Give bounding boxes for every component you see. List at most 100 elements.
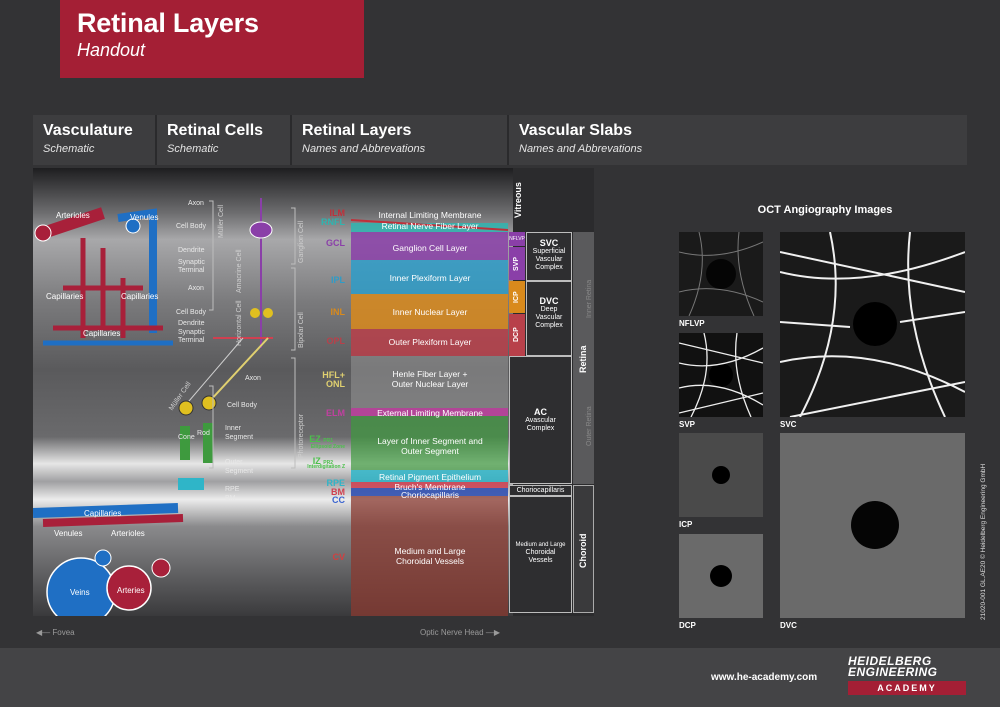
abbr-ez: EZ PR1 <box>309 434 333 444</box>
abbr-iz-sub: Interdigitation Z <box>307 464 345 470</box>
label-rod: Rod <box>197 430 210 437</box>
column-header-layers: Retinal Layers Names and Abbrevations <box>292 115 507 165</box>
label-dendrite: Dendrite <box>178 247 205 254</box>
label-segment: Segment <box>225 434 254 441</box>
slab-icp: ICP <box>509 281 525 313</box>
layer-name-inl: Inner Nuclear Layer <box>392 307 468 317</box>
layer-name-opl: Outer Plexiform Layer <box>388 337 472 347</box>
oct-label-svc: SVC <box>780 420 797 429</box>
abbr-ipl: IPL <box>330 275 345 285</box>
label-outer: Outer <box>225 459 243 466</box>
slab-nflvp: NFLVP <box>509 232 525 246</box>
label-vitreous: Vitreous <box>513 182 523 218</box>
label-synaptic: Synaptic <box>178 329 205 336</box>
label-bm: BM <box>225 495 236 502</box>
label-inner-retina: Inner Retina <box>586 279 593 318</box>
axis-onh: Optic Nerve Head —▶ <box>420 628 500 637</box>
label-retina: Retina <box>578 345 588 373</box>
layer-name-onl: Outer Nuclear Layer <box>391 379 469 389</box>
column-header-vasculature: Vasculature Schematic <box>33 115 155 165</box>
layer-name-cc: Choriocapillaris <box>400 490 460 500</box>
column-header-cells: Retinal Cells Schematic <box>157 115 290 165</box>
label-amacrine-cell: Amacrine Cell <box>236 249 243 293</box>
label-capillaries: Capillaries <box>83 329 121 338</box>
label-outer-retina: Outer Retina <box>586 406 593 446</box>
label-muller-cell: Müller Cell <box>218 204 225 238</box>
label-terminal: Terminal <box>178 337 205 344</box>
label-arterioles: Arterioles <box>111 529 145 538</box>
label-axon: Axon <box>245 375 261 382</box>
layer-name-ilm: Internal Limiting Membrane <box>378 210 482 220</box>
layer-name-ipl: Inner Plexiform Layer <box>389 273 471 283</box>
label-rpe: RPE <box>225 486 240 493</box>
label-cell-body: Cell Body <box>176 309 206 316</box>
layer-name-os: Outer Segment <box>401 446 459 456</box>
oct-image-svp <box>679 333 763 417</box>
layer-name-ez: Layer of Inner Segment and <box>377 436 483 446</box>
axis-fovea: ◀— Fovea <box>36 628 75 637</box>
oct-image-icp <box>679 433 763 517</box>
oct-label-dcp: DCP <box>679 621 696 630</box>
abbr-opl: OPL <box>326 336 345 346</box>
footer-url[interactable]: www.he-academy.com <box>711 672 817 683</box>
oct-label-dvc: DVC <box>780 621 797 630</box>
abbr-cv: CV <box>332 552 345 562</box>
oct-image-svc <box>780 232 965 417</box>
abbr-elm: ELM <box>326 408 345 418</box>
abbr-gcl: GCL <box>326 238 345 248</box>
oct-label-nflvp: NFLVP <box>679 319 705 328</box>
copyright-credit: 21020-001 GL.AE20 © Heidelberg Engineeri… <box>980 463 987 620</box>
schematic-panel: Arterioles Venules Capillaries Capillari… <box>33 168 594 616</box>
label-venules: Venules <box>54 529 83 538</box>
label-axon: Axon <box>188 200 204 207</box>
label-synaptic: Synaptic <box>178 259 205 266</box>
abbr-rnfl: RNFL <box>321 217 345 227</box>
slab-dcp: DCP <box>509 314 525 356</box>
label-dendrite: Dendrite <box>178 320 205 327</box>
label-capillaries: Capillaries <box>46 292 84 301</box>
layer-name-gcl: Ganglion Cell Layer <box>392 243 468 253</box>
abbr-inl: INL <box>330 307 346 317</box>
label-veins: Veins <box>70 588 90 597</box>
label-capillaries: Capillaries <box>84 509 122 518</box>
abbr-onl: ONL <box>326 379 345 389</box>
layer-name-elm: External Limiting Membrane <box>377 408 483 418</box>
slab-svc: SVC Superficial Vascular Complex <box>526 232 572 281</box>
label-capillaries: Capillaries <box>121 292 159 301</box>
title-block: Retinal Layers Handout <box>60 0 364 78</box>
layer-name-rpe: Retinal Pigment Epithelium <box>378 472 482 482</box>
page-subtitle: Handout <box>77 40 146 60</box>
oct-image-dcp <box>679 534 763 618</box>
abbr-ez-sub: Ellipsoid Zone <box>310 444 345 450</box>
page-title: Retinal Layers <box>77 8 259 38</box>
heidelberg-logo: HEIDELBERG ENGINEERING ACADEMY <box>848 655 966 695</box>
label-cell-body: Cell Body <box>176 223 206 230</box>
label-horizontal-cell: Horizontal Cell <box>236 300 243 346</box>
abbr-cc: CC <box>332 495 345 505</box>
label-cone: Cone <box>178 434 195 441</box>
slab-ac: AC Avascular Complex <box>509 356 572 484</box>
label-axon: Axon <box>188 285 204 292</box>
slab-choroid-vessels: Medium and Large Choroidal Vessels <box>509 496 572 613</box>
slab-choriocapillaris: Choriocapillaris <box>509 485 572 496</box>
label-arterioles: Arterioles <box>56 211 90 220</box>
oct-title: OCT Angiography Images <box>757 204 893 216</box>
label-inner: Inner <box>225 425 241 432</box>
layer-name-cv2: Choroidal Vessels <box>395 556 465 566</box>
layer-name-cv: Medium and Large <box>394 546 466 556</box>
layer-name-hfl: Henle Fiber Layer + <box>392 369 468 379</box>
oct-image-dvc <box>780 433 965 618</box>
slab-dvc: DVC Deep Vascular Complex <box>526 281 572 356</box>
label-terminal: Terminal <box>178 267 205 274</box>
label-venules: Venules <box>130 213 159 222</box>
label-arteries: Arteries <box>117 586 145 595</box>
label-choroid: Choroid <box>578 533 588 569</box>
label-cell-body: Cell Body <box>227 402 257 409</box>
oct-label-icp: ICP <box>679 520 693 529</box>
column-header-slabs: Vascular Slabs Names and Abbrevations <box>509 115 967 165</box>
layer-name-rnfl: Retinal Nerve Fiber Layer <box>381 221 479 231</box>
oct-image-nflvp <box>679 232 763 316</box>
slab-svp: SVP <box>509 247 525 280</box>
oct-label-svp: SVP <box>679 420 696 429</box>
label-segment: Segment <box>225 468 254 475</box>
